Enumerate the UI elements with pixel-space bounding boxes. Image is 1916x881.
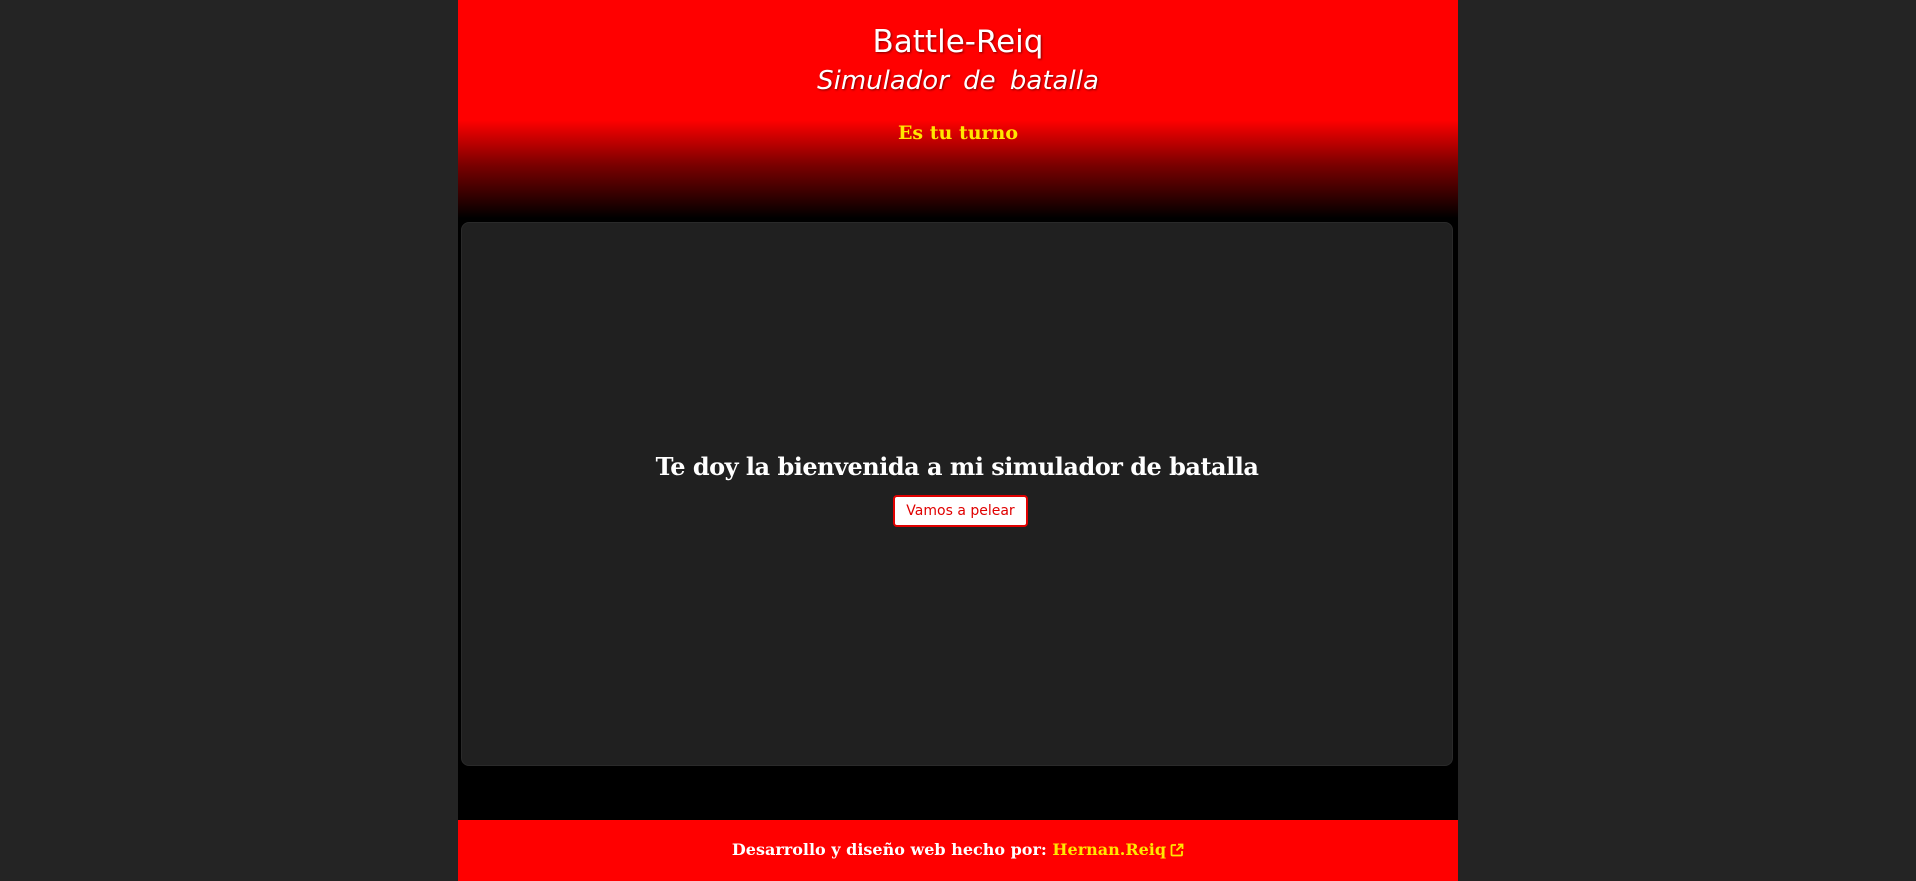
author-link[interactable]: Hernan.Reiq xyxy=(1052,840,1184,859)
app-title: Battle-Reiq xyxy=(872,24,1044,60)
credit-text: Desarrollo y diseño web hecho por: xyxy=(731,840,1047,859)
battle-arena: Te doy la bienvenida a mi simulador de b… xyxy=(461,222,1453,766)
site-header: Battle-Reiq Simulador de batalla Es tu t… xyxy=(458,0,1458,222)
welcome-message: Te doy la bienvenida a mi simulador de b… xyxy=(655,452,1259,481)
site-footer: Desarrollo y diseño web hecho por: Herna… xyxy=(458,820,1458,881)
turn-status: Es tu turno xyxy=(897,122,1019,144)
start-battle-button[interactable]: Vamos a pelear xyxy=(893,495,1028,527)
footer-credit: Desarrollo y diseño web hecho por: Herna… xyxy=(458,837,1458,865)
external-link-icon xyxy=(1170,839,1184,865)
page-container: Battle-Reiq Simulador de batalla Es tu t… xyxy=(458,0,1458,881)
author-link-label: Hernan.Reiq xyxy=(1052,840,1167,859)
app-subtitle: Simulador de batalla xyxy=(817,66,1099,96)
